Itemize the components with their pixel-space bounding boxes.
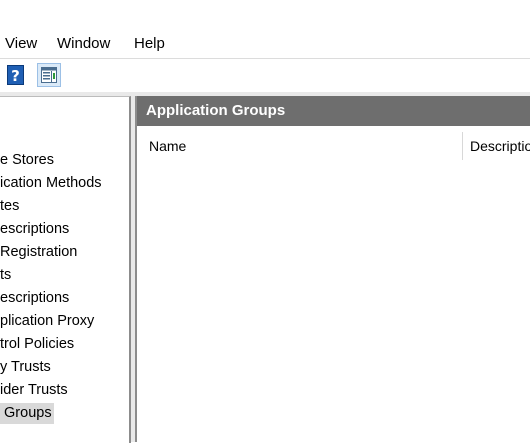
- tree-item-application-groups[interactable]: Groups: [0, 403, 54, 424]
- menu-help[interactable]: Help: [134, 35, 165, 53]
- list-header: Name Descriptio: [137, 132, 530, 161]
- results-list[interactable]: [137, 160, 530, 442]
- tree-item-endpoints[interactable]: ts: [0, 265, 11, 286]
- show-hide-action-pane-icon[interactable]: [37, 63, 61, 87]
- tree-item-web-application-proxy[interactable]: plication Proxy: [0, 311, 94, 332]
- column-header-description[interactable]: Descriptio: [470, 137, 530, 155]
- menu-window[interactable]: Window: [57, 35, 110, 53]
- column-header-name[interactable]: Name: [149, 137, 186, 155]
- tree-item-access-control-policies[interactable]: trol Policies: [0, 334, 74, 355]
- console-tree: e Stores ication Methods tes escriptions…: [0, 96, 131, 443]
- console-frame: e Stores ication Methods tes escriptions…: [0, 92, 530, 443]
- tree-item-certificate-stores[interactable]: e Stores: [0, 150, 54, 171]
- tree-item-claims-provider-trusts[interactable]: ider Trusts: [0, 380, 68, 401]
- pane-header: Application Groups: [137, 96, 530, 126]
- tree-item-certificates[interactable]: tes: [0, 196, 19, 217]
- tree-item-claim-descriptions[interactable]: escriptions: [0, 219, 69, 240]
- tree-item-scope-descriptions[interactable]: escriptions: [0, 288, 69, 309]
- menu-bar: View Window Help: [0, 30, 530, 58]
- toolbar: ?: [0, 58, 530, 93]
- results-pane: Application Groups Name Descriptio: [135, 96, 530, 442]
- tree-item-authentication-methods[interactable]: ication Methods: [0, 173, 102, 194]
- menu-view[interactable]: View: [5, 35, 37, 53]
- tree-item-relying-party-trusts[interactable]: y Trusts: [0, 357, 51, 378]
- help-icon[interactable]: ?: [7, 65, 24, 85]
- page-title: Application Groups: [146, 102, 286, 119]
- tree-item-device-registration[interactable]: Registration: [0, 242, 77, 263]
- column-divider[interactable]: [462, 132, 463, 160]
